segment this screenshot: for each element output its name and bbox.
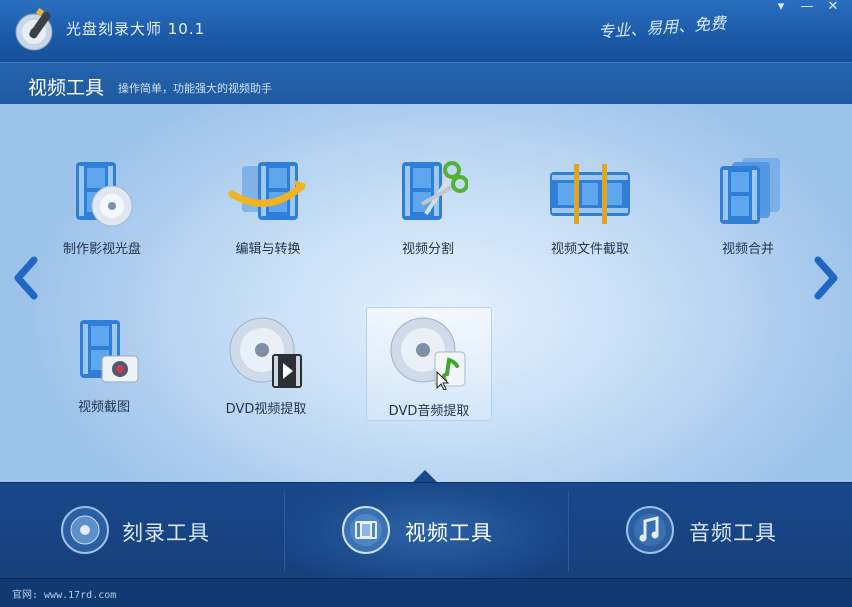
film-strip-cut-icon [550, 164, 630, 224]
film-stack-icon [720, 158, 780, 224]
prev-page-arrow-icon[interactable] [8, 254, 42, 302]
slogan: 专业、易用、免费 [597, 13, 727, 42]
section-header: 视频工具 操作简单，功能强大的视频助手 [0, 62, 852, 105]
status-bar: 官网: www.17rd.com [0, 578, 852, 607]
app-window: 光盘刻录大师 10.1 专业、易用、免费 ▾ — ✕ 视频工具 操作简单，功能强… [0, 0, 852, 607]
tool-video-clip[interactable]: 视频文件截取 [528, 158, 652, 270]
dvd-video-icon [229, 317, 302, 388]
tab-label: 音频工具 [689, 521, 777, 545]
section-title: 视频工具 [28, 77, 105, 99]
tool-label: DVD视频提取 [225, 402, 307, 417]
film-camera-icon [80, 320, 139, 383]
tool-dvd-video-extract[interactable]: DVD视频提取 [204, 316, 328, 428]
next-page-arrow-icon[interactable] [810, 254, 844, 302]
tool-dvd-audio-extract[interactable]: DVD音频提取 [366, 307, 492, 421]
music-note-icon [626, 506, 674, 554]
tab-video-tools[interactable]: 视频工具 [285, 483, 568, 579]
close-button[interactable]: ✕ [820, 0, 846, 16]
app-title: 光盘刻录大师 10.1 [66, 20, 206, 38]
website-link[interactable]: 官网: www.17rd.com [12, 586, 116, 601]
tool-label: DVD音频提取 [388, 404, 470, 419]
window-controls: ▾ — ✕ [768, 0, 846, 16]
menu-button[interactable]: ▾ [768, 0, 794, 16]
dvd-music-icon [390, 317, 466, 390]
film-scissors-icon [402, 161, 468, 220]
film-disc-icon [76, 162, 133, 227]
title-bar[interactable]: 光盘刻录大师 10.1 专业、易用、免费 ▾ — ✕ [0, 0, 852, 62]
film-arrow-icon [228, 162, 306, 220]
tool-edit-convert[interactable]: 编辑与转换 [206, 158, 330, 270]
bottom-tab-bar: 刻录工具 视频工具 音频工具 [0, 482, 852, 579]
tool-panel: 制作影视光盘 编辑与转换 视频分割 视频文件截取 视频合并 视频截图 DVD视频… [0, 104, 852, 482]
tool-video-snapshot[interactable]: 视频截图 [42, 316, 166, 428]
tool-label: 视频截图 [77, 400, 130, 415]
disc-icon [61, 506, 109, 554]
active-tab-pointer [413, 470, 437, 482]
tool-label: 视频分割 [401, 242, 454, 257]
tool-make-video-disc[interactable]: 制作影视光盘 [40, 158, 164, 270]
tool-video-merge[interactable]: 视频合并 [686, 158, 810, 270]
tab-audio-tools[interactable]: 音频工具 [569, 483, 852, 579]
tool-label: 视频合并 [721, 242, 774, 257]
film-icon [342, 506, 390, 554]
tab-label: 刻录工具 [122, 521, 210, 545]
tool-label: 编辑与转换 [235, 242, 301, 257]
tool-label: 制作影视光盘 [62, 242, 141, 257]
tool-label: 视频文件截取 [550, 242, 629, 257]
section-subtitle: 操作简单，功能强大的视频助手 [118, 82, 272, 95]
app-logo-icon [15, 7, 53, 51]
minimize-button[interactable]: — [794, 0, 820, 16]
tab-burn-tools[interactable]: 刻录工具 [0, 483, 283, 579]
tool-video-split[interactable]: 视频分割 [366, 158, 490, 270]
tab-label: 视频工具 [405, 521, 493, 545]
